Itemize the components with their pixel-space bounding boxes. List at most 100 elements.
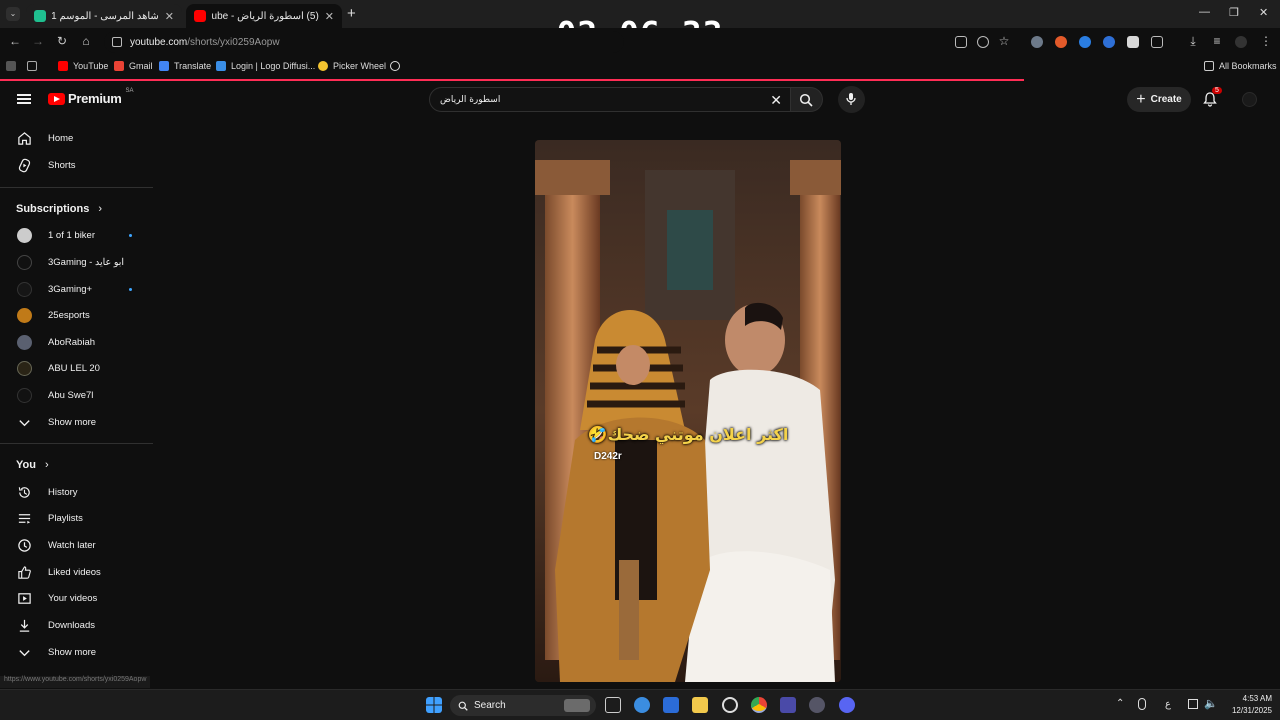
bookmark-picker-wheel[interactable]: Picker Wheel	[318, 61, 386, 71]
site-info-icon[interactable]	[112, 37, 122, 47]
sidebar-item-liked-videos[interactable]: Liked videos	[0, 559, 153, 585]
close-tab-icon[interactable]: ✕	[165, 10, 174, 23]
close-tab-icon[interactable]: ✕	[325, 10, 334, 23]
forward-icon[interactable]: →	[30, 34, 46, 48]
input-language[interactable]: ع	[1165, 699, 1171, 710]
new-tab-button[interactable]: +	[347, 5, 356, 22]
home-icon	[18, 131, 31, 145]
extension-1-icon[interactable]	[1031, 36, 1043, 48]
browser-tab-youtube[interactable]: (5) اسطورة الرياض - uTube ✕	[186, 4, 342, 28]
sidebar-item-history[interactable]: History	[0, 479, 153, 505]
tray-chevron-icon[interactable]: ⌃	[1116, 698, 1124, 709]
translate-icon	[159, 61, 169, 71]
bookmark-gmail[interactable]: Gmail	[114, 61, 153, 71]
show-more-you[interactable]: Show more	[0, 639, 153, 665]
sidebar-item-shorts[interactable]: Shorts	[0, 152, 153, 178]
search-button[interactable]	[791, 87, 823, 112]
extension-3-icon[interactable]	[1079, 36, 1091, 48]
bookmarks-bar: YouTube Gmail Translate Login | Logo Dif…	[0, 56, 1280, 78]
sidebar-item-your-videos[interactable]: Your videos	[0, 585, 153, 611]
history-icon	[18, 486, 30, 498]
settings-gear-icon[interactable]	[722, 697, 738, 713]
tab-title: (5) اسطورة الرياض - uTube	[212, 10, 319, 22]
tab-title: شاهد المرسى - الموسم 1 | id.net	[52, 10, 159, 22]
all-bookmarks[interactable]: All Bookmarks	[1204, 61, 1277, 71]
restore-icon[interactable]: ❐	[1229, 6, 1239, 19]
apps-icon[interactable]	[6, 61, 21, 71]
sidebar-item-home[interactable]: Home	[0, 125, 153, 151]
logo-diffusion-icon	[216, 61, 226, 71]
system-clock[interactable]: 4:53 AM 12/31/2025	[1222, 693, 1272, 717]
subscription-item[interactable]: ABU LEL 20	[0, 355, 153, 381]
search-input[interactable]	[440, 94, 790, 105]
sidebar-item-playlists[interactable]: Playlists	[0, 505, 153, 531]
youtube-premium-logo[interactable]: Premium SA	[48, 88, 134, 106]
plus-icon: +	[1136, 90, 1146, 108]
bookmark-star-icon[interactable]: ☆	[996, 34, 1012, 48]
subscription-item[interactable]: 3Gaming - ابو عايد	[0, 249, 153, 275]
tab-search-button[interactable]: ⌄	[6, 7, 20, 21]
sidebar-item-watch-later[interactable]: Watch later	[0, 532, 153, 558]
task-view-icon[interactable]	[605, 697, 621, 713]
new-content-dot	[129, 287, 132, 291]
tray-mic-icon[interactable]	[1138, 698, 1146, 710]
windows-start-icon[interactable]	[426, 697, 442, 713]
shorts-video-player[interactable]: اكثر اعلان موتني ضحك🤣 D242r	[535, 140, 841, 682]
bookmark-translate[interactable]: Translate	[159, 61, 211, 71]
extension-4-icon[interactable]	[1103, 36, 1115, 48]
status-bar-url: https://www.youtube.com/shorts/yxi0259Ao…	[0, 676, 151, 688]
bookmark-globe[interactable]	[390, 61, 405, 71]
browser-menu-icon[interactable]: ⋮	[1258, 34, 1274, 48]
taskbar-search[interactable]: Search	[450, 695, 596, 716]
subscription-item[interactable]: 25esports	[0, 302, 153, 328]
extension-5-icon[interactable]	[1127, 36, 1139, 48]
picker-wheel-icon	[318, 61, 328, 71]
clear-search-icon[interactable]: ✕	[770, 92, 782, 109]
subscription-item[interactable]: 3Gaming+	[0, 276, 153, 302]
file-explorer-icon[interactable]	[692, 697, 708, 713]
you-header[interactable]: You ›	[16, 459, 49, 471]
microsoft-store-icon[interactable]	[663, 697, 679, 713]
bookmark-youtube[interactable]: YouTube	[58, 61, 108, 71]
eye-off-icon[interactable]	[977, 36, 989, 48]
subscription-item[interactable]: AboRabiah	[0, 329, 153, 355]
account-avatar[interactable]	[1242, 92, 1257, 107]
address-bar[interactable]: youtube.com /shorts/yxi0259Aopw	[104, 31, 624, 53]
bookmark-logo-diffusion[interactable]: Login | Logo Diffusi...	[216, 61, 315, 71]
youtube-favicon-icon	[194, 10, 206, 22]
extensions-puzzle-icon[interactable]	[1151, 36, 1163, 48]
show-more-subscriptions[interactable]: Show more	[0, 409, 153, 435]
chevron-right-icon: ›	[98, 203, 103, 215]
steam-icon[interactable]	[809, 697, 825, 713]
downloads-icon[interactable]: ⤓	[1185, 34, 1201, 49]
subscription-item[interactable]: 1 of 1 biker	[0, 222, 153, 248]
copilot-icon[interactable]	[634, 697, 650, 713]
home-browser-icon[interactable]: ⌂	[78, 34, 94, 48]
chrome-icon[interactable]	[751, 697, 767, 713]
close-window-icon[interactable]: ✕	[1259, 6, 1268, 19]
grid-icon[interactable]	[27, 61, 42, 71]
app-icon[interactable]	[780, 697, 796, 713]
notifications-button[interactable]: 5	[1202, 87, 1222, 107]
network-icon[interactable]	[1188, 699, 1198, 709]
subscriptions-header[interactable]: Subscriptions ›	[16, 203, 102, 215]
extension-2-icon[interactable]	[1055, 36, 1067, 48]
reload-icon[interactable]: ↻	[54, 34, 70, 48]
sidebar-divider	[0, 187, 153, 188]
profile-avatar-icon[interactable]	[1235, 36, 1247, 48]
back-icon[interactable]: ←	[7, 34, 23, 48]
subscription-item[interactable]: Abu Swe7l	[0, 382, 153, 408]
media-control-icon[interactable]: ≡	[1209, 34, 1225, 48]
minimize-icon[interactable]: —	[1199, 6, 1210, 18]
guide-menu-icon[interactable]	[17, 94, 31, 104]
channel-avatar	[17, 360, 32, 376]
install-app-icon[interactable]	[955, 36, 967, 48]
discord-icon[interactable]	[839, 697, 855, 713]
voice-search-button[interactable]	[838, 86, 865, 113]
volume-icon[interactable]: 🔈	[1204, 697, 1218, 710]
watch-later-icon	[18, 538, 31, 552]
video-watermark: D242r	[594, 451, 622, 462]
sidebar-item-downloads[interactable]: Downloads	[0, 612, 153, 638]
browser-tab-shahid[interactable]: شاهد المرسى - الموسم 1 | id.net ✕	[26, 4, 182, 28]
create-button[interactable]: + Create	[1127, 87, 1191, 112]
